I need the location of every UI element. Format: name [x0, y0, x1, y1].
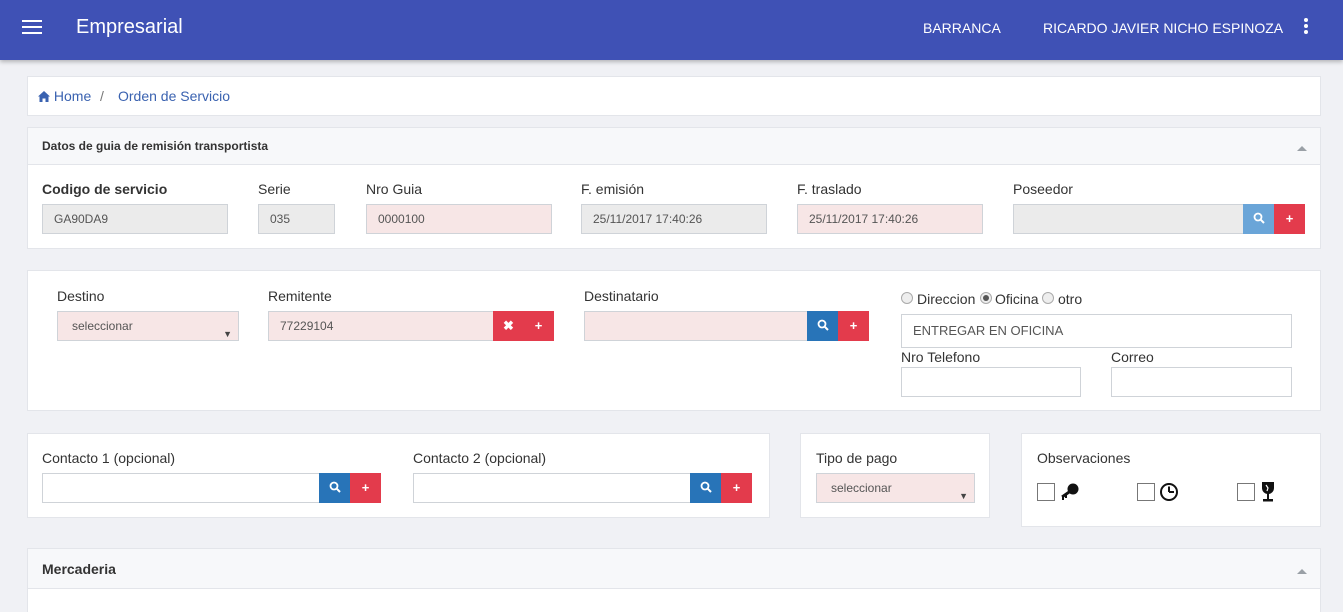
poseedor-add-button[interactable]: +: [1274, 204, 1305, 234]
telefono-field[interactable]: [901, 367, 1081, 397]
serie-field[interactable]: 035: [258, 204, 335, 234]
remitente-label: Remitente: [268, 288, 332, 304]
times-icon: ✖: [503, 318, 514, 333]
contacto1-search-button[interactable]: [319, 473, 350, 503]
radio-oficina[interactable]: [980, 292, 992, 304]
nro-guia-label: Nro Guia: [366, 181, 423, 197]
contactos-section: Contacto 1 (opcional) + Contacto 2 (opci…: [27, 433, 770, 518]
contacto1-label: Contacto 1 (opcional): [42, 450, 176, 466]
breadcrumb-current[interactable]: Orden de Servicio: [118, 88, 230, 104]
correo-field[interactable]: [1111, 367, 1292, 397]
contacto2-label: Contacto 2 (opcional): [413, 450, 547, 466]
top-app-bar: Empresarial BARRANCA RICARDO JAVIER NICH…: [0, 0, 1343, 60]
key-icon: [1061, 483, 1079, 500]
breadcrumb-home-label: Home: [53, 88, 92, 104]
nro-guia-field[interactable]: 0000100: [366, 204, 552, 234]
location-label[interactable]: BARRANCA: [923, 20, 1001, 36]
destinatario-field[interactable]: [584, 311, 808, 341]
destino-select[interactable]: seleccionar ▼: [57, 311, 239, 341]
pago-selected-value: seleccionar: [831, 481, 892, 495]
search-icon: [1253, 212, 1265, 224]
codigo-field[interactable]: GA90DA9: [42, 204, 228, 234]
search-icon: [700, 481, 712, 493]
observacion-key-checkbox[interactable]: [1037, 483, 1055, 501]
remitente-clear-button[interactable]: ✖: [493, 311, 524, 341]
mercaderia-section: Mercaderia: [27, 548, 1321, 612]
pago-section: Tipo de pago seleccionar ▼: [800, 433, 990, 518]
pago-select[interactable]: seleccionar ▼: [816, 473, 975, 503]
f-emision-label: F. emisión: [581, 181, 645, 197]
correo-label: Correo: [1111, 349, 1154, 365]
plus-icon: +: [1285, 211, 1294, 226]
remitente-field[interactable]: 77229104: [268, 311, 494, 341]
chevron-down-icon: ▼: [223, 329, 232, 339]
observacion-clock-checkbox[interactable]: [1137, 483, 1155, 501]
radio-otro[interactable]: [1042, 292, 1054, 304]
plus-icon: +: [849, 318, 858, 333]
contacto1-add-button[interactable]: +: [350, 473, 381, 503]
search-icon: [329, 481, 341, 493]
remitente-add-button[interactable]: +: [523, 311, 554, 341]
search-icon: [817, 319, 829, 331]
entrega-field[interactable]: ENTREGAR EN OFICINA: [901, 314, 1292, 348]
radio-direccion[interactable]: [901, 292, 913, 304]
observacion-fragile-checkbox[interactable]: [1237, 483, 1255, 501]
collapse-caret-icon[interactable]: [1297, 146, 1307, 151]
mercaderia-section-title: Mercaderia: [42, 561, 116, 577]
observaciones-section: Observaciones: [1021, 433, 1321, 527]
poseedor-label: Poseedor: [1013, 181, 1073, 197]
breadcrumb-home[interactable]: Home: [38, 88, 91, 104]
radio-direccion-label: Direccion: [917, 291, 976, 307]
destino-label: Destino: [57, 288, 105, 304]
radio-oficina-label: Oficina: [995, 291, 1039, 307]
guia-section: Datos de guia de remisión transportista …: [27, 127, 1321, 249]
collapse-caret-icon[interactable]: [1297, 569, 1307, 574]
fragile-glass-icon: [1262, 482, 1274, 502]
codigo-label: Codigo de servicio: [42, 181, 168, 197]
app-title: Empresarial: [76, 16, 183, 38]
destinatario-search-button[interactable]: [807, 311, 838, 341]
envio-section: Destino seleccionar ▼ Remitente 77229104…: [27, 270, 1321, 411]
serie-label: Serie: [258, 181, 291, 197]
clock-icon: [1160, 483, 1178, 501]
guia-section-title: Datos de guia de remisión transportista: [42, 139, 269, 153]
mercaderia-section-header: Mercaderia: [28, 549, 1320, 589]
hamburger-menu-icon[interactable]: [22, 20, 42, 36]
observaciones-label: Observaciones: [1037, 450, 1131, 466]
destinatario-add-button[interactable]: +: [838, 311, 869, 341]
poseedor-field[interactable]: [1013, 204, 1244, 234]
f-emision-field[interactable]: 25/11/2017 17:40:26: [581, 204, 767, 234]
contacto2-add-button[interactable]: +: [721, 473, 752, 503]
destino-selected-value: seleccionar: [72, 319, 133, 333]
telefono-label: Nro Telefono: [901, 349, 981, 365]
destinatario-label: Destinatario: [584, 288, 659, 304]
user-name[interactable]: RICARDO JAVIER NICHO ESPINOZA: [1043, 20, 1283, 36]
poseedor-search-button[interactable]: [1243, 204, 1274, 234]
home-icon: [38, 91, 50, 102]
chevron-down-icon: ▼: [959, 491, 968, 501]
pago-label: Tipo de pago: [816, 450, 898, 466]
f-traslado-field[interactable]: 25/11/2017 17:40:26: [797, 204, 983, 234]
f-traslado-label: F. traslado: [797, 181, 862, 197]
contacto1-field[interactable]: [42, 473, 320, 503]
radio-otro-label: otro: [1058, 291, 1083, 307]
breadcrumb: Home / Orden de Servicio: [27, 76, 1321, 116]
breadcrumb-separator: /: [100, 88, 104, 104]
plus-icon: +: [732, 480, 741, 495]
more-vert-icon[interactable]: [1299, 18, 1313, 38]
contacto2-field[interactable]: [413, 473, 691, 503]
plus-icon: +: [361, 480, 370, 495]
guia-section-header: Datos de guia de remisión transportista: [28, 128, 1320, 165]
contacto2-search-button[interactable]: [690, 473, 721, 503]
plus-icon: +: [534, 318, 543, 333]
